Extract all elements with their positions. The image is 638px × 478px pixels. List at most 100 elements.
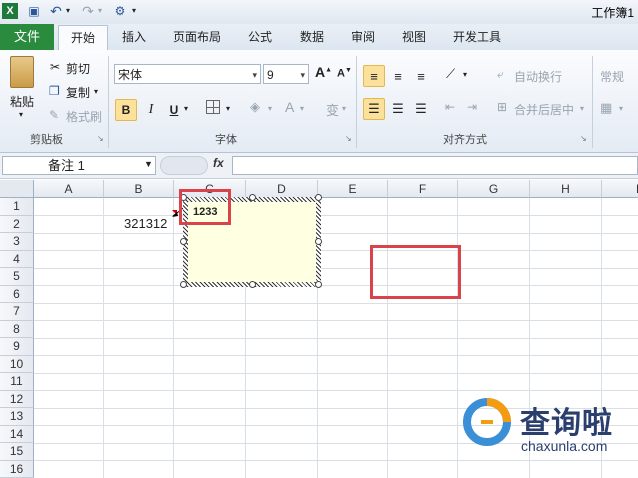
- increase-indent-icon[interactable]: ⇥: [467, 100, 477, 114]
- customize-icon[interactable]: ⚙: [112, 3, 128, 19]
- row-header-7[interactable]: 7: [0, 303, 34, 321]
- align-left-button[interactable]: ☰: [363, 98, 385, 120]
- font-size-select[interactable]: 9 ▾: [263, 64, 309, 84]
- tab-developer[interactable]: 开发工具: [443, 26, 511, 48]
- bold-button[interactable]: B: [115, 99, 137, 121]
- row-header-14[interactable]: 14: [0, 425, 34, 443]
- column-header-e[interactable]: E: [318, 180, 388, 198]
- underline-dropdown-icon[interactable]: ▾: [184, 104, 188, 113]
- tab-view[interactable]: 视图: [392, 26, 436, 48]
- row-header-2[interactable]: 2: [0, 215, 34, 233]
- align-top-button[interactable]: ≡: [363, 65, 385, 87]
- qat-menu-icon[interactable]: ▾: [132, 6, 136, 15]
- tab-review[interactable]: 审阅: [341, 26, 385, 48]
- column-header-d[interactable]: D: [246, 180, 318, 198]
- cut-button[interactable]: 剪切: [66, 60, 90, 77]
- redo-dropdown-icon[interactable]: ▾: [98, 6, 102, 15]
- tab-data[interactable]: 数据: [290, 26, 334, 48]
- align-center-button[interactable]: ☰: [387, 98, 409, 120]
- row-header-13[interactable]: 13: [0, 408, 34, 426]
- tab-file[interactable]: 文件: [0, 24, 54, 50]
- row-header-11[interactable]: 11: [0, 373, 34, 391]
- column-header-h[interactable]: H: [530, 180, 602, 198]
- row-header-9[interactable]: 9: [0, 338, 34, 356]
- excel-icon[interactable]: X: [2, 3, 18, 19]
- row-header-8[interactable]: 8: [0, 320, 34, 338]
- font-color-dropdown-icon[interactable]: ▾: [300, 104, 304, 113]
- grow-font-icon[interactable]: A▲: [315, 64, 332, 80]
- insert-function-icon[interactable]: fx: [213, 156, 224, 170]
- decrease-indent-icon[interactable]: ⇤: [445, 100, 455, 114]
- align-bottom-button[interactable]: ≡: [410, 65, 432, 87]
- row-header-16[interactable]: 16: [0, 460, 34, 478]
- font-name-select[interactable]: 宋体 ▾: [114, 64, 261, 84]
- format-painter-icon[interactable]: ✎: [49, 108, 59, 122]
- cut-icon[interactable]: ✂: [50, 60, 60, 74]
- merge-center-button[interactable]: 合并后居中: [514, 101, 574, 118]
- row-header-6[interactable]: 6: [0, 285, 34, 303]
- undo-dropdown-icon[interactable]: ▾: [66, 6, 70, 15]
- borders-dropdown-icon[interactable]: ▾: [226, 104, 230, 113]
- column-header-g[interactable]: G: [458, 180, 530, 198]
- phonetic-icon[interactable]: 变: [326, 100, 339, 119]
- column-header-a[interactable]: A: [34, 180, 104, 198]
- row-header-3[interactable]: 3: [0, 233, 34, 251]
- align-right-button[interactable]: ☰: [410, 98, 432, 120]
- resize-handle[interactable]: [315, 238, 322, 245]
- fill-color-icon[interactable]: ◈: [250, 99, 260, 115]
- accounting-dropdown-icon[interactable]: ▾: [619, 104, 623, 113]
- copy-icon[interactable]: ❐: [49, 84, 60, 98]
- tab-formulas[interactable]: 公式: [238, 26, 282, 48]
- merge-center-icon[interactable]: ⊞: [497, 100, 507, 114]
- copy-dropdown-icon[interactable]: ▾: [94, 87, 98, 96]
- font-color-icon[interactable]: A: [285, 99, 294, 115]
- resize-handle[interactable]: [180, 281, 187, 288]
- paste-icon[interactable]: [10, 56, 34, 88]
- borders-icon[interactable]: [206, 100, 220, 114]
- font-launcher-icon[interactable]: ↘: [345, 134, 352, 143]
- orientation-icon[interactable]: ⟋: [446, 66, 455, 82]
- clipboard-launcher-icon[interactable]: ↘: [97, 134, 104, 143]
- paste-dropdown-icon[interactable]: ▾: [19, 110, 23, 119]
- wrap-text-button[interactable]: 自动换行: [514, 68, 562, 85]
- paste-button[interactable]: 粘贴: [10, 93, 34, 110]
- row-header-1[interactable]: 1: [0, 198, 34, 216]
- column-header-f[interactable]: F: [388, 180, 458, 198]
- column-header-i[interactable]: I: [602, 180, 638, 198]
- resize-handle[interactable]: [315, 194, 322, 201]
- select-all-corner[interactable]: [0, 180, 34, 198]
- merge-dropdown-icon[interactable]: ▾: [580, 104, 584, 113]
- accounting-format-icon[interactable]: ▦: [600, 100, 612, 116]
- resize-handle[interactable]: [249, 194, 256, 201]
- tab-page-layout[interactable]: 页面布局: [163, 26, 231, 48]
- tab-insert[interactable]: 插入: [112, 26, 156, 48]
- save-icon[interactable]: ▣: [26, 3, 42, 19]
- row-header-15[interactable]: 15: [0, 443, 34, 461]
- redo-icon[interactable]: ↷: [80, 3, 96, 19]
- orientation-dropdown-icon[interactable]: ▾: [463, 70, 467, 79]
- shrink-font-icon[interactable]: A▼: [337, 67, 352, 80]
- row-header-10[interactable]: 10: [0, 355, 34, 373]
- format-painter-button[interactable]: 格式刷: [66, 108, 102, 125]
- resize-handle[interactable]: [315, 281, 322, 288]
- cell-b2[interactable]: 321312: [124, 216, 167, 231]
- align-middle-button[interactable]: ≡: [387, 65, 409, 87]
- row-header-5[interactable]: 5: [0, 268, 34, 286]
- column-header-b[interactable]: B: [104, 180, 174, 198]
- underline-button[interactable]: U: [163, 99, 185, 121]
- phonetic-dropdown-icon[interactable]: ▾: [342, 104, 346, 113]
- resize-handle[interactable]: [180, 238, 187, 245]
- undo-icon[interactable]: ↶: [48, 3, 64, 19]
- wrap-text-icon[interactable]: ⤶: [497, 67, 504, 82]
- row-header-4[interactable]: 4: [0, 250, 34, 268]
- resize-handle[interactable]: [249, 281, 256, 288]
- row-header-12[interactable]: 12: [0, 390, 34, 408]
- name-box-dropdown-icon[interactable]: ▼: [144, 159, 153, 169]
- number-format-select[interactable]: 常规: [600, 68, 624, 85]
- fill-color-dropdown-icon[interactable]: ▾: [268, 104, 272, 113]
- tab-home[interactable]: 开始: [58, 25, 109, 51]
- italic-button[interactable]: I: [140, 99, 162, 121]
- name-box[interactable]: 备注 1: [2, 156, 156, 175]
- formula-input[interactable]: [232, 156, 638, 175]
- copy-button[interactable]: 复制: [66, 84, 90, 101]
